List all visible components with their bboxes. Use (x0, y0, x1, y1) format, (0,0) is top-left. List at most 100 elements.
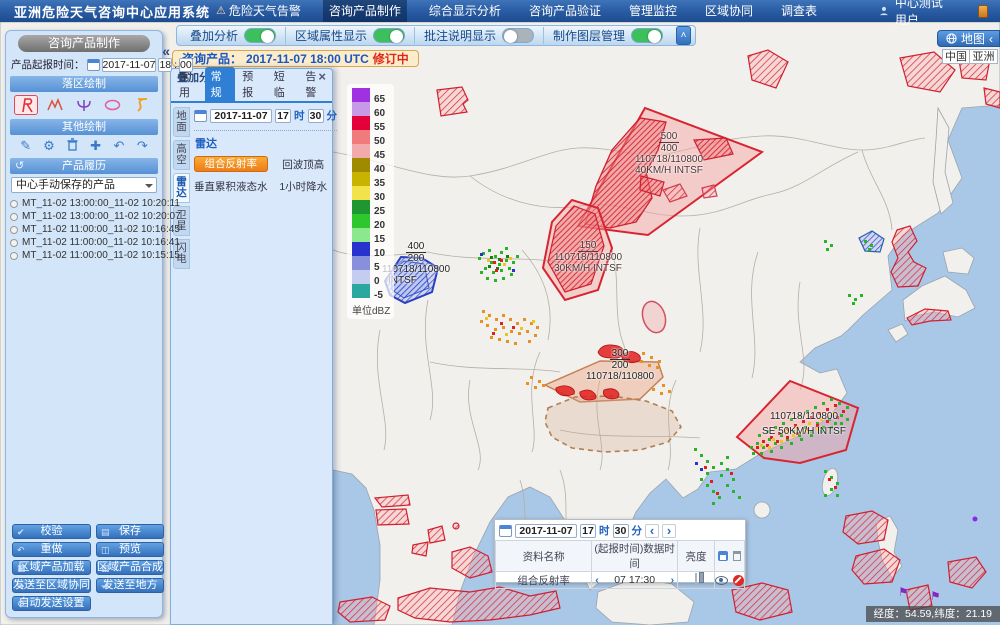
preview-button[interactable]: ◫预览 (96, 542, 164, 557)
radio-icon[interactable] (10, 200, 18, 208)
tab-alert[interactable]: 告警 (299, 67, 330, 101)
nav-item-display-analysis[interactable]: 综合显示分析 (423, 0, 507, 22)
banner-time: 2017-11-07 18:00 UTC (246, 52, 369, 66)
curve-draw-tool[interactable] (130, 95, 154, 115)
calendar-icon[interactable] (499, 525, 512, 537)
move-icon[interactable]: ✚ (88, 138, 104, 154)
sidebar-collapse-icon[interactable]: « (162, 43, 170, 59)
trash-icon[interactable] (733, 551, 741, 561)
compose-icon: ▧ (101, 562, 110, 575)
side-tab-upper-air[interactable]: 高空 (173, 140, 190, 170)
map-button-label: 地图 (961, 30, 985, 47)
overlay-hour-input[interactable]: 17 (275, 109, 291, 123)
history-item[interactable]: MT_11-02 11:00:00_11-02 10:15:15 (10, 249, 158, 262)
save-button[interactable]: ▤保存 (96, 524, 164, 539)
redo-button[interactable]: ↶重做 (12, 542, 91, 557)
step-next-icon[interactable]: › (671, 574, 675, 586)
time-prev-button[interactable]: ‹ (645, 524, 659, 538)
product-vil[interactable]: 垂直累积液态水 (194, 179, 268, 194)
tab-nowcast[interactable]: 短临 (268, 67, 299, 101)
data-time-value: 07 17:30 (614, 574, 655, 586)
remove-layer-icon[interactable] (733, 575, 744, 586)
history-item[interactable]: MT_11-02 11:00:00_11-02 10:16:41 (10, 236, 158, 249)
nav-item-product-making[interactable]: 咨询产品制作 (323, 0, 407, 22)
product-composite-reflectivity[interactable]: 组合反射率 (194, 156, 268, 172)
panel-hour-input[interactable]: 17 (580, 524, 596, 538)
region-product-compose-button[interactable]: ▧区域产品合成 (96, 560, 164, 575)
slider-knob[interactable] (699, 572, 704, 583)
trash-icon[interactable] (64, 138, 80, 154)
start-hour-input[interactable]: 18 (158, 58, 172, 72)
flight-level-bottom: 400 (628, 143, 710, 154)
data-time-panel: 2017-11-07 17 时 30 分 ‹ › 资料名称 (起报时间)数据时间… (494, 519, 746, 583)
history-filter-value: 中心手动保存的产品 (16, 179, 115, 191)
ellipse-draw-tool[interactable] (101, 95, 125, 115)
area-draw-tools (6, 93, 162, 118)
region-tab-asia[interactable]: 亚洲 (970, 49, 998, 64)
overlay-analysis-toggle[interactable] (244, 28, 276, 43)
polygon-draw-tool[interactable] (14, 95, 38, 115)
nav-item-manage-monitor[interactable]: 管理监控 (623, 0, 683, 22)
send-icon: ➔ (101, 580, 109, 593)
visibility-eye-icon[interactable] (715, 576, 728, 585)
edit-icon[interactable]: ✎ (18, 138, 34, 154)
line-draw-tool[interactable] (43, 95, 67, 115)
radio-icon[interactable] (10, 239, 18, 247)
radio-icon[interactable] (10, 252, 18, 260)
undo-icon[interactable]: ↶ (111, 138, 127, 154)
product-1h-precip[interactable]: 1小时降水 (270, 179, 338, 194)
calendar-icon[interactable] (194, 110, 207, 122)
overlay-date-input[interactable]: 2017-11-07 (210, 109, 272, 123)
logout-icon[interactable] (978, 5, 988, 18)
radio-icon[interactable] (10, 226, 18, 234)
region-product-load-button[interactable]: ▦区域产品加载 (12, 560, 91, 575)
nav-item-survey[interactable]: 调查表 (775, 0, 823, 22)
validate-button[interactable]: ✔校验 (12, 524, 91, 539)
step-prev-icon[interactable]: ‹ (595, 574, 599, 586)
region-attr-toggle[interactable] (373, 28, 405, 43)
nav-item-label: 管理监控 (629, 0, 677, 22)
layer-manage-toggle[interactable] (631, 28, 663, 43)
flag-marker: ⚑ (898, 585, 909, 599)
map-layer-button[interactable]: 地图 ‹ (937, 30, 1000, 47)
annotation-show-toggle[interactable] (502, 28, 534, 43)
auto-send-settings-button[interactable]: ⚙自动发送设置 (12, 596, 91, 611)
tab-common[interactable]: 常用 (173, 67, 204, 101)
panel-date-input[interactable]: 2017-11-07 (515, 524, 577, 538)
tab-regular[interactable]: 常规 (205, 67, 236, 101)
toggle-overlay-analysis: 叠加分析 (181, 27, 285, 44)
send-to-local-button[interactable]: ➔发送至地方 (96, 578, 164, 593)
side-tab-surface[interactable]: 地面 (173, 107, 190, 137)
start-minute-input[interactable]: 00 (179, 58, 193, 72)
gear-icon[interactable]: ⚙ (41, 138, 57, 154)
radio-icon[interactable] (10, 213, 18, 221)
trident-draw-tool[interactable] (72, 95, 96, 115)
time-next-button[interactable]: › (662, 524, 676, 538)
nav-item-weather-alert[interactable]: ⚠ 危险天气告警 (210, 0, 307, 22)
history-item[interactable]: MT_11-02 13:00:00_11-02 10:20:07 (10, 210, 158, 223)
dropdown-caret-icon (145, 184, 153, 188)
save-icon[interactable] (718, 551, 728, 561)
other-draw-tools: ✎ ⚙ ✚ ↶ ↷ (6, 136, 162, 157)
send-to-region-button[interactable]: ➔发送至区域协同 (12, 578, 91, 593)
toolbar-collapse-button[interactable]: ˄ (676, 26, 691, 45)
brightness-slider[interactable] (695, 573, 697, 587)
valid-time: 110718/110800 (580, 371, 660, 382)
history-filter-select[interactable]: 中心手动保存的产品 (11, 177, 157, 193)
section-other-draw: 其他绘制 (10, 119, 158, 135)
product-echo-top[interactable]: 回波顶高 (270, 157, 338, 172)
nav-item-region-coop[interactable]: 区域协同 (699, 0, 759, 22)
history-icon: ↺ (15, 158, 24, 174)
panel-minute-input[interactable]: 30 (613, 524, 629, 538)
nav-item-product-verify[interactable]: 咨询产品验证 (523, 0, 607, 22)
region-tab-china[interactable]: 中国 (942, 49, 970, 64)
movement: 30KM/H INTSF (545, 263, 631, 274)
start-date-input[interactable]: 2017-11-07 (102, 58, 157, 72)
overlay-minute-input[interactable]: 30 (308, 109, 324, 123)
tab-forecast[interactable]: 预报 (236, 67, 267, 101)
history-item[interactable]: MT_11-02 13:00:00_11-02 10:20:11 (10, 197, 158, 210)
history-item[interactable]: MT_11-02 11:00:00_11-02 10:16:45 (10, 223, 158, 236)
redo-icon[interactable]: ↷ (134, 138, 150, 154)
user-info[interactable]: 中心测试用户 (879, 0, 954, 28)
calendar-icon[interactable] (87, 59, 100, 71)
